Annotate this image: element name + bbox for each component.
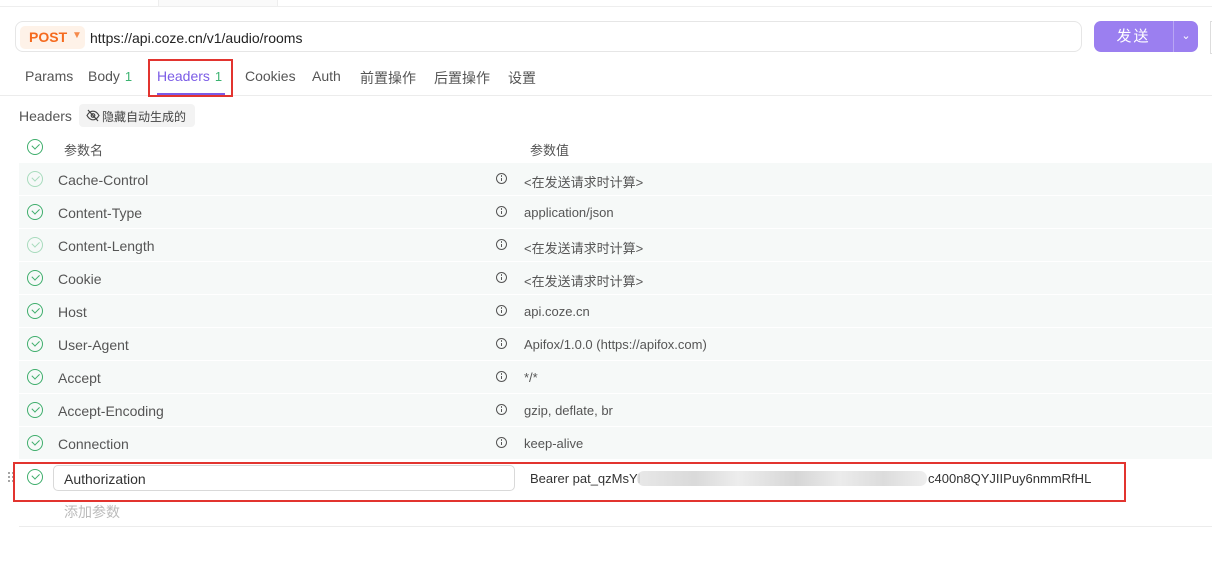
- row-checkbox[interactable]: [27, 402, 43, 418]
- row-checkbox[interactable]: [27, 435, 43, 451]
- tab-pre-operations[interactable]: 前置操作: [360, 68, 416, 88]
- tab-body[interactable]: Body 1: [88, 68, 132, 84]
- tab-count: 1: [124, 69, 133, 84]
- info-icon[interactable]: [496, 437, 507, 448]
- row-checkbox[interactable]: [27, 336, 43, 352]
- table-row: Content-Length <在发送请求时计算>: [19, 229, 1212, 262]
- chevron-down-icon: ▼: [72, 30, 82, 41]
- param-name: Connection: [58, 436, 129, 452]
- param-value: gzip, deflate, br: [524, 403, 613, 418]
- param-name: Content-Type: [58, 205, 143, 221]
- table-bottom-divider: [19, 526, 1212, 527]
- table-row: Content-Type application/json: [19, 196, 1212, 229]
- section-title: Headers: [19, 108, 72, 124]
- table-row: User-Agent Apifox/1.0.0 (https://apifox.…: [19, 328, 1212, 361]
- send-button[interactable]: 发送: [1094, 21, 1173, 52]
- tab-auth[interactable]: Auth: [312, 68, 341, 84]
- hide-auto-generated-label: 隐藏自动生成的: [102, 110, 187, 124]
- param-value: Apifox/1.0.0 (https://apifox.com): [524, 337, 707, 352]
- table-row: Connection keep-alive: [19, 427, 1212, 460]
- headers-tab-highlight: [148, 59, 233, 97]
- tab-label: Auth: [312, 68, 341, 84]
- info-icon[interactable]: [496, 173, 507, 184]
- tab-params[interactable]: Params: [25, 68, 73, 84]
- table-row: Host api.coze.cn: [19, 295, 1212, 328]
- table-row: Cookie <在发送请求时计算>: [19, 262, 1212, 295]
- info-icon[interactable]: [496, 371, 507, 382]
- tab-label: Body: [88, 68, 120, 84]
- tab-label: Params: [25, 68, 74, 84]
- hide-auto-generated-button[interactable]: 隐藏自动生成的: [79, 104, 195, 127]
- send-options-chevron-icon[interactable]: ⌄: [1174, 21, 1198, 52]
- param-name: Host: [58, 304, 87, 320]
- tab-label: 前置操作: [360, 70, 416, 86]
- tab-label: Cookies: [245, 68, 296, 84]
- info-icon[interactable]: [496, 239, 507, 250]
- param-value: <在发送请求时计算>: [524, 175, 644, 190]
- param-name: User-Agent: [58, 337, 129, 353]
- param-name: Content-Length: [58, 238, 155, 254]
- eye-off-icon: [86, 109, 100, 122]
- param-value: <在发送请求时计算>: [524, 274, 644, 289]
- row-checkbox[interactable]: [27, 204, 43, 220]
- method-select[interactable]: POST ▼: [20, 26, 85, 49]
- param-name: Accept-Encoding: [58, 403, 164, 419]
- row-checkbox[interactable]: [27, 303, 43, 319]
- param-name: Cache-Control: [58, 172, 149, 188]
- param-name: Cookie: [58, 271, 102, 287]
- row-checkbox[interactable]: [27, 270, 43, 286]
- url-bar: POST ▼ https://api.coze.cn/v1/audio/room…: [15, 21, 1082, 52]
- table-row: Accept */*: [19, 361, 1212, 394]
- column-header-name: 参数名: [64, 143, 104, 158]
- method-label: POST: [29, 29, 68, 45]
- table-row: Cache-Control <在发送请求时计算>: [19, 163, 1212, 196]
- authorization-row-highlight: [13, 462, 1126, 502]
- info-icon[interactable]: [496, 206, 507, 217]
- info-icon[interactable]: [496, 305, 507, 316]
- tab-cookies[interactable]: Cookies: [245, 68, 296, 84]
- param-value: application/json: [524, 205, 614, 220]
- tab-label: 后置操作: [434, 70, 490, 86]
- param-value: api.coze.cn: [524, 304, 590, 319]
- tab-post-operations[interactable]: 后置操作: [434, 68, 490, 88]
- select-all-checkbox[interactable]: [27, 139, 43, 155]
- param-value: <在发送请求时计算>: [524, 241, 644, 256]
- info-icon[interactable]: [496, 272, 507, 283]
- row-checkbox[interactable]: [27, 237, 43, 253]
- info-icon[interactable]: [496, 404, 507, 415]
- top-tab[interactable]: [158, 0, 278, 6]
- param-value: */*: [524, 370, 538, 385]
- tab-label: 设置: [508, 70, 536, 86]
- send-button-group: 发送 ⌄: [1094, 21, 1198, 52]
- tab-settings[interactable]: 设置: [508, 68, 536, 88]
- row-checkbox[interactable]: [27, 171, 43, 187]
- table-row: Accept-Encoding gzip, deflate, br: [19, 394, 1212, 427]
- row-checkbox[interactable]: [27, 369, 43, 385]
- column-header-value: 参数值: [530, 143, 570, 158]
- add-param-input[interactable]: 添加参数: [64, 502, 120, 522]
- url-input[interactable]: https://api.coze.cn/v1/audio/rooms: [90, 30, 302, 46]
- param-name: Accept: [58, 370, 101, 386]
- info-icon[interactable]: [496, 338, 507, 349]
- param-value: keep-alive: [524, 436, 584, 451]
